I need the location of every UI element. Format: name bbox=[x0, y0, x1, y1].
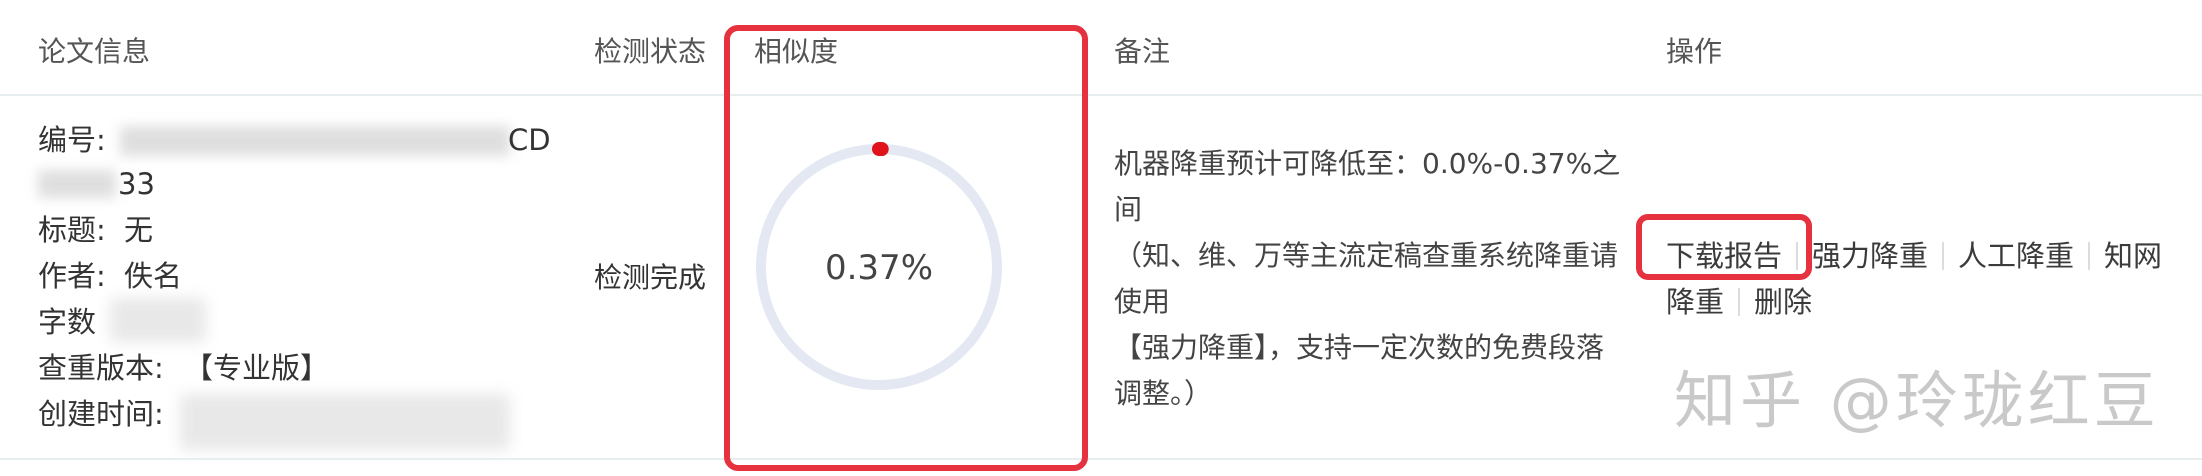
column-header-ops: 操作 bbox=[1666, 35, 1723, 68]
similarity-value: 0.37% bbox=[824, 248, 933, 288]
table-header: 论文信息 检测状态 相似度 备注 操作 bbox=[0, 0, 2202, 96]
action-divider bbox=[1796, 242, 1799, 270]
paper-author-value: 佚名 bbox=[124, 259, 183, 293]
word-count-label: 字数 bbox=[38, 305, 97, 339]
strong-reduce-link[interactable]: 强力降重 bbox=[1812, 239, 1928, 273]
column-header-paper-info: 论文信息 bbox=[38, 35, 151, 68]
note-line-1: 机器降重预计可降低至：0.0%-0.37%之 bbox=[1114, 147, 1621, 180]
delete-link[interactable]: 删除 bbox=[1754, 285, 1812, 319]
paper-id-line2-tail: 33 bbox=[118, 167, 155, 201]
note-line-2: 间 bbox=[1114, 193, 1143, 226]
action-divider bbox=[1738, 288, 1741, 316]
paper-title-label: 标题: bbox=[38, 213, 106, 247]
note-line-6: 调整。） bbox=[1114, 377, 1213, 410]
actions-line-2: 降重 删除 bbox=[1666, 282, 1812, 322]
check-status: 检测完成 bbox=[594, 261, 707, 294]
paper-id-label: 编号: bbox=[38, 123, 106, 157]
actions-line-1: 下载报告 强力降重 人工降重 知网 bbox=[1666, 236, 2162, 276]
zhiwang-reduce-link-part1[interactable]: 知网 bbox=[2104, 239, 2162, 273]
paper-id-tail: CD bbox=[508, 123, 551, 157]
redacted-word-count bbox=[110, 298, 206, 342]
download-report-link[interactable]: 下载报告 bbox=[1666, 239, 1782, 273]
column-header-note: 备注 bbox=[1114, 35, 1171, 68]
note-line-3: （知、维、万等主流定稿查重系统降重请 bbox=[1114, 239, 1619, 272]
paper-title-value: 无 bbox=[124, 213, 154, 247]
redacted-paper-id bbox=[120, 126, 510, 156]
action-divider bbox=[1942, 242, 1945, 270]
zhihu-watermark: 知乎 @玲珑红豆 bbox=[1674, 364, 2160, 437]
zhiwang-reduce-link-part2[interactable]: 降重 bbox=[1666, 285, 1724, 319]
action-divider bbox=[2088, 242, 2091, 270]
note-line-4: 使用 bbox=[1114, 285, 1171, 318]
check-version-value: 【专业版】 bbox=[184, 351, 330, 385]
redacted-created-time bbox=[180, 394, 510, 450]
paper-author-label: 作者: bbox=[38, 259, 106, 293]
column-header-status: 检测状态 bbox=[594, 35, 707, 68]
redacted-paper-id-line2 bbox=[38, 170, 116, 198]
manual-reduce-link[interactable]: 人工降重 bbox=[1958, 239, 2074, 273]
note-line-5: 【强力降重】，支持一定次数的免费段落 bbox=[1114, 331, 1605, 364]
check-version-label: 查重版本: bbox=[38, 351, 164, 385]
created-time-label: 创建时间: bbox=[38, 397, 164, 431]
similarity-ring: 0.37% bbox=[754, 136, 1004, 398]
